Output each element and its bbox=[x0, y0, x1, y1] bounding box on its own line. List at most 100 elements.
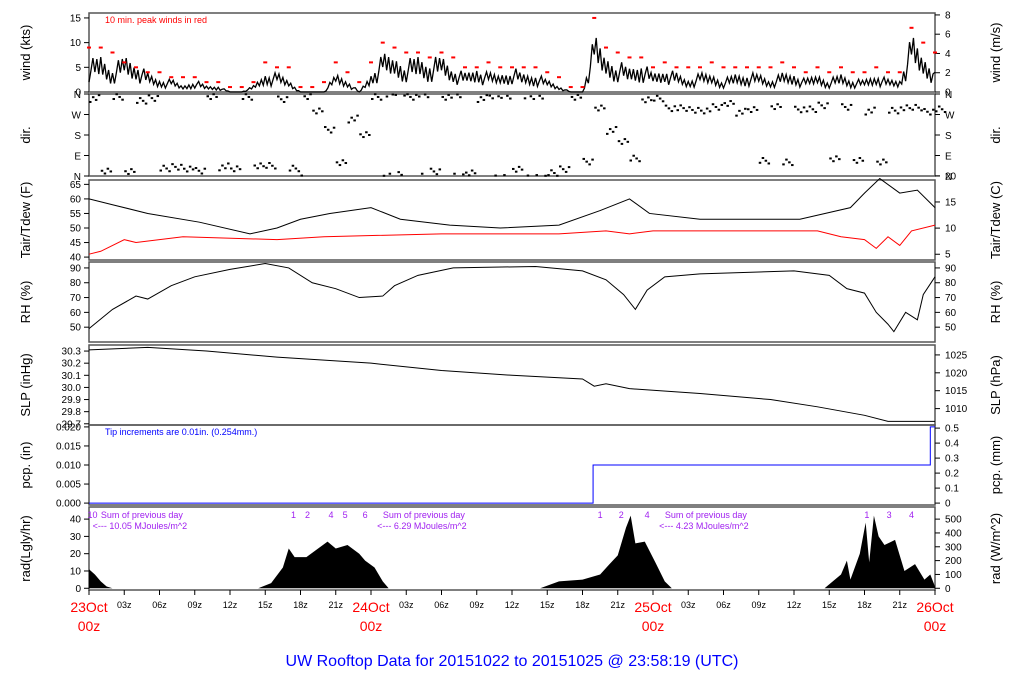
ytick-label: 0.005 bbox=[56, 480, 81, 491]
ytick-label-right: 10 bbox=[945, 224, 957, 235]
direction-point bbox=[400, 173, 403, 176]
direction-point bbox=[749, 110, 753, 113]
hour-mark: 1 bbox=[598, 510, 603, 520]
direction-point bbox=[608, 128, 612, 131]
ytick-label: 45 bbox=[70, 238, 82, 249]
direction-point bbox=[858, 157, 862, 160]
rh-rh-line bbox=[88, 262, 936, 333]
direction-point bbox=[650, 99, 653, 102]
xtick-label: 18z bbox=[575, 600, 590, 610]
direction-point bbox=[429, 167, 433, 170]
direction-point bbox=[544, 174, 547, 177]
direction-point bbox=[694, 111, 697, 114]
direction-point bbox=[138, 97, 142, 100]
direction-point bbox=[338, 164, 342, 167]
ytick-label-right: 60 bbox=[945, 308, 957, 319]
direction-point bbox=[908, 107, 912, 110]
direction-point bbox=[420, 172, 424, 175]
direction-point bbox=[550, 169, 553, 172]
direction-point bbox=[579, 96, 583, 99]
peak-wind-mark bbox=[439, 51, 444, 54]
peak-wind-mark bbox=[145, 71, 150, 74]
peak-wind-mark bbox=[392, 46, 397, 49]
direction-point bbox=[638, 160, 641, 163]
peak-wind-mark bbox=[380, 41, 385, 44]
peak-wind-mark bbox=[827, 71, 832, 74]
direction-point bbox=[459, 96, 462, 99]
peak-wind-mark bbox=[780, 61, 785, 64]
ytick-label-right: 500 bbox=[945, 515, 962, 526]
ytick-label: E bbox=[74, 152, 81, 163]
direction-point bbox=[368, 134, 371, 136]
date-label: 23Oct bbox=[70, 599, 107, 615]
direction-point bbox=[332, 126, 336, 129]
slp-ylabel: SLP (inHg) bbox=[18, 353, 33, 416]
date-label: 26Oct bbox=[916, 599, 953, 615]
peak-wind-mark bbox=[298, 86, 303, 89]
ytick-label: 50 bbox=[70, 323, 82, 334]
direction-point bbox=[808, 105, 812, 108]
direction-point bbox=[136, 101, 139, 104]
ytick-label: 30.1 bbox=[62, 371, 82, 382]
ytick-label-right: 6 bbox=[945, 30, 951, 41]
peak-wind-mark bbox=[674, 66, 679, 69]
peak-wind-mark bbox=[451, 56, 456, 59]
peak-wind-mark bbox=[557, 76, 561, 79]
pcp-annotation: Tip increments are 0.01in. (0.254mm.) bbox=[105, 427, 257, 437]
direction-point bbox=[629, 159, 632, 162]
direction-point bbox=[103, 172, 107, 175]
direction-point bbox=[506, 94, 509, 97]
direction-point bbox=[814, 110, 818, 113]
temp-ylabel: Tair/Tdew (F) bbox=[18, 182, 33, 259]
peak-wind-mark bbox=[510, 66, 514, 69]
direction-point bbox=[256, 167, 259, 170]
direction-point bbox=[350, 116, 353, 119]
pcp-precip-line bbox=[89, 426, 935, 504]
direction-point bbox=[940, 108, 944, 111]
xtick-label: 15z bbox=[822, 600, 837, 610]
direction-point bbox=[115, 93, 118, 96]
direction-point bbox=[697, 106, 700, 109]
direction-point bbox=[641, 98, 644, 101]
peak-wind-mark bbox=[580, 86, 585, 89]
direction-point bbox=[341, 159, 345, 162]
direction-point bbox=[230, 167, 233, 170]
peak-wind-mark bbox=[686, 66, 691, 69]
direction-point bbox=[177, 168, 180, 171]
direction-point bbox=[876, 160, 879, 163]
direction-point bbox=[879, 163, 882, 166]
time-label: 00z bbox=[78, 618, 101, 634]
direction-point bbox=[773, 108, 776, 111]
direction-point bbox=[767, 162, 771, 165]
direction-point bbox=[168, 170, 171, 173]
xtick-label: 21z bbox=[610, 600, 625, 610]
peak-wind-mark bbox=[204, 81, 209, 84]
rad-ylabel: rad(Lgly/hr) bbox=[18, 515, 33, 581]
direction-point bbox=[180, 163, 183, 166]
wind-ylabel: wind (kts) bbox=[18, 25, 33, 82]
ytick-label-right: 1015 bbox=[945, 386, 968, 397]
rad-frame bbox=[88, 506, 936, 591]
direction-point bbox=[265, 166, 268, 169]
direction-point bbox=[937, 105, 941, 108]
direction-point bbox=[747, 108, 750, 111]
direction-point bbox=[174, 165, 177, 168]
direction-point bbox=[465, 171, 468, 174]
direction-point bbox=[394, 93, 397, 96]
direction-point bbox=[144, 102, 148, 105]
ytick-label-right: 1025 bbox=[945, 350, 968, 361]
direction-point bbox=[500, 96, 503, 99]
direction-point bbox=[432, 170, 436, 173]
direction-point bbox=[626, 140, 630, 143]
direction-point bbox=[171, 163, 174, 166]
direction-point bbox=[914, 103, 917, 106]
direction-point bbox=[623, 138, 627, 141]
direction-point bbox=[124, 170, 127, 173]
direction-point bbox=[532, 98, 536, 101]
direction-point bbox=[470, 169, 474, 172]
direction-point bbox=[885, 161, 888, 164]
rad-ylabel-right: rad (W/m^2) bbox=[988, 513, 1003, 584]
direction-point bbox=[867, 108, 870, 111]
direction-point bbox=[318, 107, 321, 110]
direction-point bbox=[741, 112, 744, 115]
